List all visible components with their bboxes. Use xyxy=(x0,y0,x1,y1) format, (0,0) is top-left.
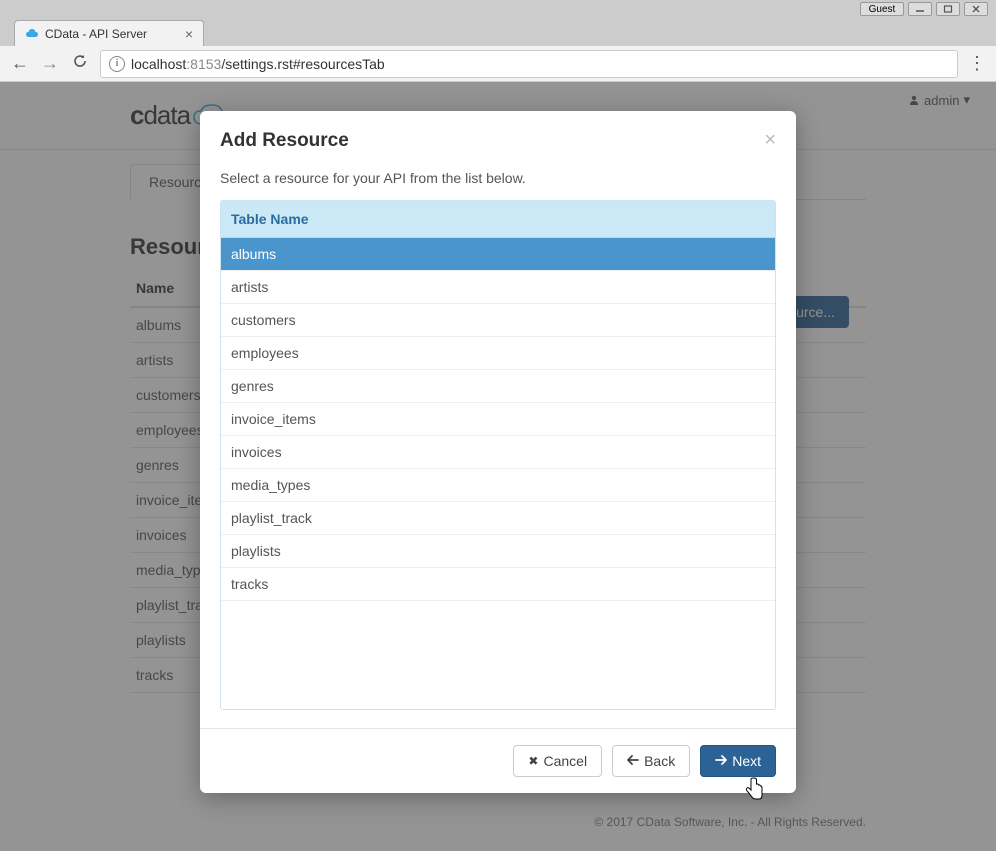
browser-tab-title: CData - API Server xyxy=(45,27,147,41)
minimize-button[interactable] xyxy=(908,2,932,16)
reload-button[interactable] xyxy=(70,53,90,74)
tab-close-icon[interactable]: × xyxy=(185,26,193,42)
next-button[interactable]: Next xyxy=(700,745,776,777)
table-list-row[interactable]: tracks xyxy=(221,568,775,601)
browser-menu-button[interactable]: ⋮ xyxy=(968,53,986,74)
browser-toolbar: ← → i localhost:8153/settings.rst#resour… xyxy=(0,46,996,82)
table-list-row[interactable]: genres xyxy=(221,370,775,403)
table-list-row[interactable]: media_types xyxy=(221,469,775,502)
back-button[interactable]: Back xyxy=(612,745,690,777)
modal-title: Add Resource xyxy=(220,130,349,152)
modal-close-button[interactable]: × xyxy=(764,129,776,152)
modal-description: Select a resource for your API from the … xyxy=(220,170,776,186)
address-bar[interactable]: i localhost:8153/settings.rst#resourcesT… xyxy=(100,50,958,78)
table-list-row[interactable]: playlist_track xyxy=(221,502,775,535)
cancel-button[interactable]: ✖ Cancel xyxy=(513,745,602,777)
table-list-header: Table Name xyxy=(221,201,775,238)
browser-tab[interactable]: CData - API Server × xyxy=(14,20,204,46)
table-list-row[interactable]: employees xyxy=(221,337,775,370)
add-resource-modal: Add Resource × Select a resource for you… xyxy=(200,111,796,793)
url-path: /settings.rst#resourcesTab xyxy=(221,56,384,72)
table-list-row[interactable]: artists xyxy=(221,271,775,304)
arrow-left-icon xyxy=(627,754,639,768)
cancel-label: Cancel xyxy=(543,753,587,769)
window-titlebar: Guest xyxy=(0,0,996,18)
url-host: localhost xyxy=(131,56,186,72)
maximize-button[interactable] xyxy=(936,2,960,16)
close-window-button[interactable] xyxy=(964,2,988,16)
cloud-favicon-icon xyxy=(25,27,39,41)
browser-tab-bar: CData - API Server × xyxy=(0,18,996,46)
site-info-icon[interactable]: i xyxy=(109,56,125,72)
table-list-row[interactable]: playlists xyxy=(221,535,775,568)
table-list-row[interactable]: customers xyxy=(221,304,775,337)
table-list-row[interactable]: invoice_items xyxy=(221,403,775,436)
forward-nav-button[interactable]: → xyxy=(40,53,60,74)
page-viewport: cdata admin ▾ Resources Resources Name a… xyxy=(0,82,996,851)
back-nav-button[interactable]: ← xyxy=(10,53,30,74)
guest-badge[interactable]: Guest xyxy=(860,2,904,16)
table-list: Table Name albumsartistscustomersemploye… xyxy=(220,200,776,710)
table-list-row[interactable]: albums xyxy=(221,238,775,271)
url-port: :8153 xyxy=(186,56,221,72)
x-icon: ✖ xyxy=(528,754,538,768)
next-label: Next xyxy=(732,753,761,769)
arrow-right-icon xyxy=(715,754,727,768)
back-label: Back xyxy=(644,753,675,769)
table-list-row[interactable]: invoices xyxy=(221,436,775,469)
